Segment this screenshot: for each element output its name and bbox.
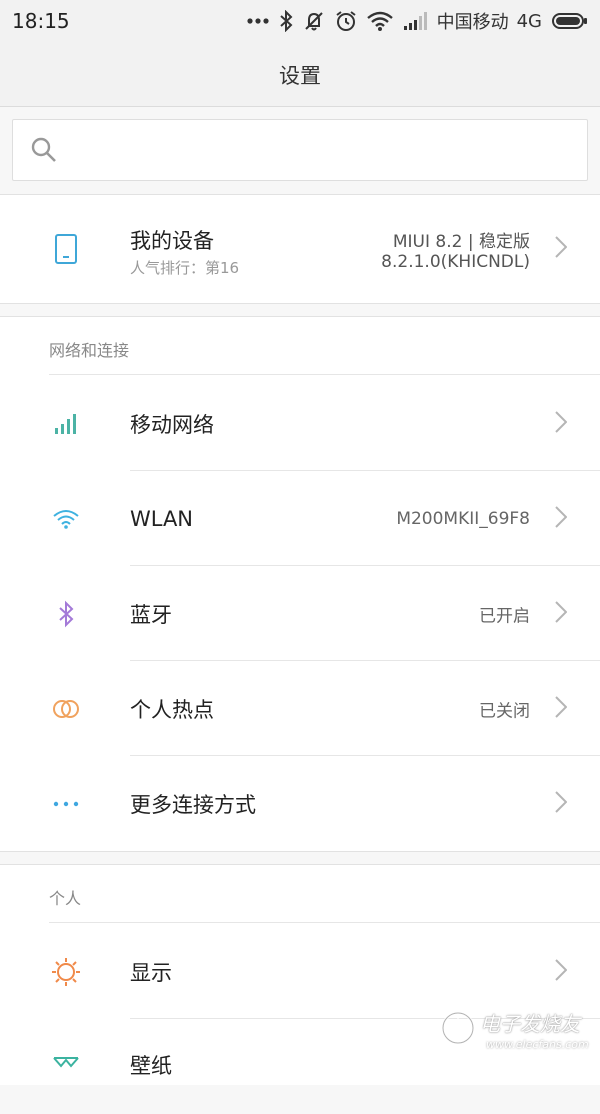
search-icon bbox=[31, 137, 57, 167]
watermark-icon bbox=[441, 1011, 475, 1045]
my-device-row[interactable]: 我的设备 人气排行：第16 MIUI 8.2 | 稳定版 8.2.1.0(KHI… bbox=[0, 194, 600, 304]
hotspot-icon bbox=[50, 693, 82, 725]
row-bluetooth[interactable]: 蓝牙 已开启 bbox=[0, 566, 600, 661]
phone-icon bbox=[50, 233, 82, 265]
watermark-text: 电子发烧友 bbox=[480, 1012, 580, 1036]
chevron-right-icon bbox=[555, 505, 568, 532]
row-label: 壁纸 bbox=[130, 1054, 172, 1078]
signal-bars-icon bbox=[50, 408, 82, 440]
divider bbox=[49, 374, 600, 375]
section-header-personal: 个人 bbox=[0, 865, 600, 923]
title-bar: 设置 bbox=[0, 44, 600, 107]
search-box[interactable] bbox=[12, 119, 588, 181]
signal-icon bbox=[403, 11, 427, 31]
divider bbox=[49, 922, 600, 923]
row-label: 蓝牙 bbox=[130, 602, 172, 627]
more-dots-icon bbox=[246, 18, 269, 24]
row-label: 个人热点 bbox=[130, 697, 214, 722]
device-subtitle: 人气排行：第16 bbox=[130, 259, 240, 277]
row-value: M200MKII_69F8 bbox=[396, 508, 530, 529]
status-icons: 中国移动 4G bbox=[246, 6, 588, 36]
bluetooth-icon bbox=[50, 598, 82, 630]
row-mobile-network[interactable]: 移动网络 bbox=[0, 376, 600, 471]
row-label: 更多连接方式 bbox=[130, 792, 256, 817]
mute-icon bbox=[303, 10, 325, 32]
status-time: 18:15 bbox=[12, 9, 70, 33]
network-section: 网络和连接 移动网络 WLAN M200MKII_69F8 蓝牙 已开启 个人热 bbox=[0, 316, 600, 852]
section-title-network: 网络和连接 bbox=[49, 341, 130, 360]
more-dots-icon bbox=[50, 788, 82, 820]
row-wlan[interactable]: WLAN M200MKII_69F8 bbox=[0, 471, 600, 566]
section-header-network: 网络和连接 bbox=[0, 317, 600, 375]
search-input[interactable] bbox=[71, 120, 575, 180]
row-more-connections[interactable]: 更多连接方式 bbox=[0, 756, 600, 851]
chevron-right-icon bbox=[555, 958, 568, 985]
sun-icon bbox=[50, 956, 82, 988]
device-version-line2: 8.2.1.0(KHICNDL) bbox=[381, 252, 530, 272]
search-area bbox=[0, 107, 600, 193]
chevron-right-icon bbox=[555, 236, 568, 262]
alarm-icon bbox=[335, 10, 357, 32]
carrier-label: 中国移动 bbox=[436, 12, 509, 33]
watermark-logo: 电子发烧友 www.elecfans.com bbox=[440, 1006, 590, 1062]
section-title-personal: 个人 bbox=[49, 889, 82, 908]
wifi-icon bbox=[50, 503, 82, 535]
wallpaper-icon bbox=[50, 1049, 82, 1081]
chevron-right-icon bbox=[555, 790, 568, 817]
chevron-right-icon bbox=[555, 600, 568, 627]
row-value: 已开启 bbox=[479, 606, 530, 626]
page-title: 设置 bbox=[279, 64, 321, 88]
row-label: 移动网络 bbox=[130, 412, 214, 437]
row-display[interactable]: 显示 bbox=[0, 924, 600, 1019]
device-version-line1: MIUI 8.2 | 稳定版 bbox=[392, 232, 530, 252]
battery-icon bbox=[552, 12, 588, 30]
bluetooth-icon bbox=[279, 10, 293, 32]
wifi-icon bbox=[366, 11, 393, 31]
row-value: 已关闭 bbox=[479, 701, 530, 721]
chevron-right-icon bbox=[555, 695, 568, 722]
device-title: 我的设备 bbox=[130, 229, 214, 253]
row-hotspot[interactable]: 个人热点 已关闭 bbox=[0, 661, 600, 756]
row-label: WLAN bbox=[130, 506, 194, 531]
chevron-right-icon bbox=[555, 410, 568, 437]
network-type: 4G bbox=[516, 10, 542, 32]
watermark-url: www.elecfans.com bbox=[486, 1038, 589, 1051]
status-bar: 18:15 中国移动 4G bbox=[0, 0, 600, 44]
row-label: 显示 bbox=[130, 960, 172, 985]
